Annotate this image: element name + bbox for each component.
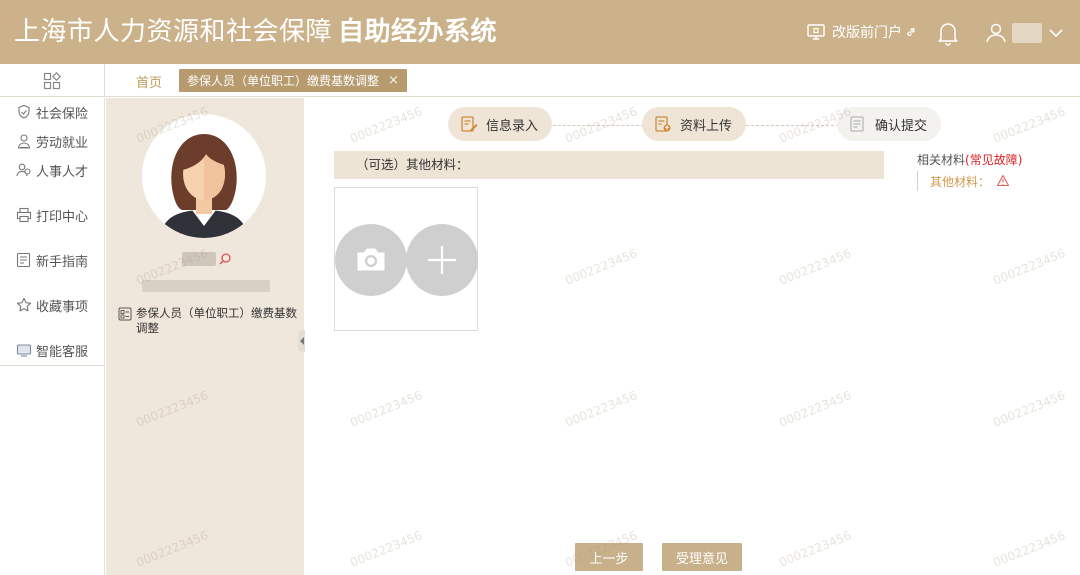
tab-bar: 首页 参保人员（单位职工）缴费基数调整 × — [0, 64, 1080, 97]
tab-active-label: 参保人员（单位职工）缴费基数调整 — [187, 74, 380, 88]
header-bar: 上海市人力资源和社会保障 自助经办系统 改版前门户 — [0, 0, 1080, 64]
chevron-down-icon — [1049, 29, 1063, 38]
add-file-button[interactable] — [406, 224, 478, 296]
close-icon[interactable]: × — [388, 73, 399, 88]
sidebar-item-favorites[interactable]: 收藏事项 — [16, 295, 88, 315]
collapse-arrow-icon — [300, 337, 304, 345]
sidebar-item-social-insurance[interactable]: 社会保险 — [16, 102, 88, 122]
related-materials: 相关材料(常见故障) — [917, 151, 1022, 168]
app-root: 上海市人力资源和社会保障 自助经办系统 改版前门户 首页 参保人员（单位职工）缴费… — [0, 0, 1080, 575]
step-confirm[interactable]: 确认提交 — [837, 107, 942, 141]
app-title: 上海市人力资源和社会保障 自助经办系统 — [14, 14, 497, 50]
step-info-entry[interactable]: 信息录入 — [448, 107, 553, 141]
current-business-item[interactable]: 参保人员（单位职工）缴费基数调整 — [118, 306, 298, 336]
sidebar-item-label: 社会保险 — [36, 106, 89, 122]
step-label: 信息录入 — [486, 118, 539, 134]
edit-form-icon — [461, 116, 478, 132]
monitor-icon — [807, 24, 825, 40]
plus-icon — [428, 246, 456, 274]
avatar — [142, 114, 266, 238]
tab-home[interactable]: 首页 — [136, 72, 162, 91]
old-portal-link[interactable]: 改版前门户 — [806, 20, 917, 44]
step-label: 确认提交 — [875, 118, 928, 134]
worker-icon — [17, 134, 31, 149]
username-redacted — [1012, 23, 1042, 43]
shield-hand-icon — [18, 104, 30, 119]
star-icon — [16, 297, 32, 312]
sidebar-item-service[interactable]: 智能客服 — [16, 340, 88, 360]
prev-step-button[interactable]: 上一步 — [575, 543, 643, 571]
confirm-doc-icon — [850, 116, 864, 132]
sidebar-item-label: 新手指南 — [36, 254, 89, 270]
user-menu[interactable] — [984, 19, 1064, 47]
sidebar-item-label: 人事人才 — [36, 164, 89, 180]
search-icon[interactable] — [218, 252, 232, 266]
sidebar-item-hr[interactable]: 人事人才 — [16, 160, 88, 180]
sidebar: 社会保险 劳动就业 人事人才 打印中心 新手指南 收藏事项 智能客服 — [0, 98, 105, 575]
step-label: 资料上传 — [680, 118, 733, 134]
name-redacted — [182, 252, 216, 266]
warning-upload-icon[interactable] — [996, 174, 1010, 188]
people-icon — [16, 163, 31, 177]
step-upload[interactable]: 资料上传 — [642, 107, 747, 141]
sidebar-item-guide[interactable]: 新手指南 — [16, 250, 88, 270]
bell-icon[interactable] — [936, 20, 960, 46]
acceptance-opinion-button[interactable]: 受理意见 — [662, 543, 742, 571]
app-title-system: 自助经办系统 — [338, 17, 498, 47]
profile-panel: 参保人员（单位职工）缴费基数调整 — [106, 98, 304, 575]
old-portal-label: 改版前门户 — [832, 25, 902, 41]
printer-icon — [16, 207, 32, 223]
link-icon — [907, 27, 915, 37]
camera-icon — [357, 248, 385, 271]
related-materials-label: 相关材料 — [917, 153, 966, 167]
step-connector — [548, 125, 644, 126]
related-item-label: 其他材料： — [930, 174, 991, 189]
id-redacted — [142, 280, 270, 292]
sidebar-item-label: 劳动就业 — [36, 135, 89, 151]
form-icon — [118, 307, 132, 321]
avatar-illustration — [160, 134, 248, 238]
grid-icon — [43, 71, 61, 89]
related-item-other[interactable]: 其他材料： — [917, 171, 1010, 191]
sidebar-item-label: 打印中心 — [36, 209, 89, 225]
guide-icon — [16, 252, 31, 268]
main-content: 信息录入 资料上传 确认提交 （可选）其他材料： 相关材料(常见故障) 其他材料… — [305, 98, 1080, 575]
app-grid-button[interactable] — [0, 64, 105, 97]
step-connector — [741, 125, 839, 126]
camera-button[interactable] — [335, 224, 407, 296]
sidebar-item-employment[interactable]: 劳动就业 — [16, 131, 88, 151]
app-title-main: 上海市人力资源和社会保障 — [14, 17, 333, 47]
service-icon — [16, 344, 32, 357]
sidebar-list: 社会保险 劳动就业 人事人才 打印中心 新手指南 收藏事项 智能客服 — [0, 98, 104, 366]
tab-active[interactable]: 参保人员（单位职工）缴费基数调整 × — [179, 69, 407, 92]
upload-area — [334, 187, 478, 331]
sidebar-item-label: 智能客服 — [36, 344, 89, 360]
section-title: （可选）其他材料： — [334, 151, 884, 179]
faq-link[interactable]: (常见故障) — [965, 153, 1022, 167]
current-business-label: 参保人员（单位职工）缴费基数调整 — [136, 306, 297, 335]
user-icon — [986, 23, 1006, 43]
sidebar-item-print[interactable]: 打印中心 — [16, 205, 88, 225]
upload-doc-icon — [655, 116, 671, 132]
sidebar-item-label: 收藏事项 — [36, 299, 89, 315]
